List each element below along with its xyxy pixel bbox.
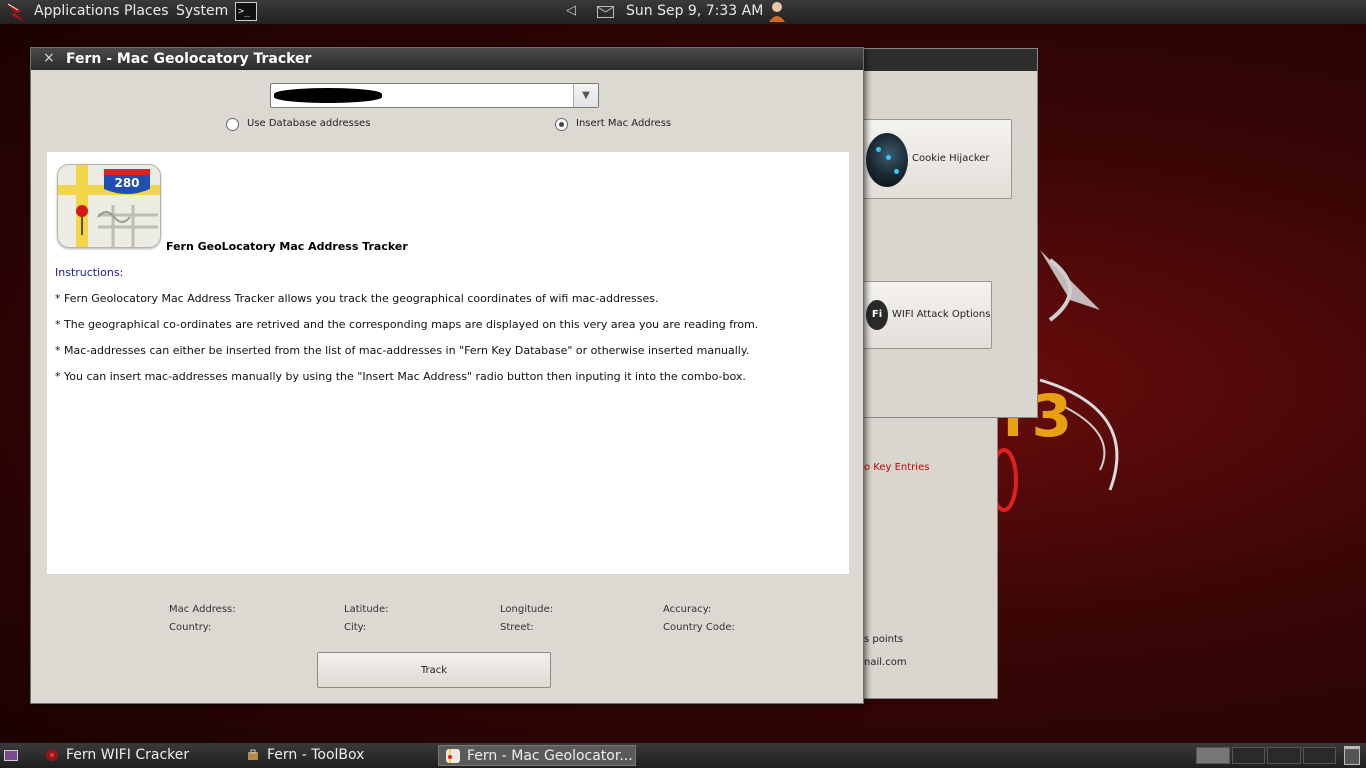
- mac-address-combobox[interactable]: ▼: [270, 83, 599, 108]
- trash-icon[interactable]: [1344, 746, 1360, 765]
- track-button[interactable]: Track: [317, 652, 551, 688]
- instruction-line: * Mac-addresses can either be inserted f…: [55, 344, 750, 357]
- toolbox-icon: [248, 749, 258, 760]
- wifi-attack-options-button[interactable]: Fi WIFI Attack Options: [859, 281, 992, 349]
- taskbar-item-label: Fern - ToolBox: [267, 747, 365, 763]
- menu-system[interactable]: System: [176, 3, 228, 19]
- highway-badge-text: 280: [114, 176, 139, 190]
- city-label: City:: [344, 622, 367, 633]
- toolbox-window: Cookie Hijacker Fi WIFI Attack Options: [858, 48, 1038, 418]
- chevron-down-icon[interactable]: ▼: [573, 84, 598, 107]
- backtrack-logo-icon[interactable]: [4, 1, 28, 23]
- close-icon[interactable]: ×: [43, 50, 55, 66]
- taskbar-item-fern-wifi-cracker[interactable]: Fern WIFI Cracker: [38, 745, 228, 766]
- map-display-area: 280 Fern GeoLocatory Mac Address Tracker…: [47, 152, 849, 574]
- country-code-label: Country Code:: [663, 622, 735, 633]
- street-label: Street:: [500, 622, 534, 633]
- clock[interactable]: Sun Sep 9, 7:33 AM: [626, 3, 763, 19]
- latitude-label: Latitude:: [344, 604, 389, 615]
- mail-icon[interactable]: [597, 6, 614, 18]
- cookie-hijacker-button[interactable]: Cookie Hijacker: [859, 119, 1012, 199]
- instructions-label: Instructions:: [55, 266, 124, 279]
- insert-mac-radio[interactable]: [555, 118, 568, 131]
- terminal-launcher-icon[interactable]: >_: [235, 2, 257, 21]
- taskbar-item-label: Fern - Mac Geolocator...: [467, 748, 633, 764]
- menu-applications[interactable]: Applications: [34, 3, 120, 19]
- top-panel: Applications Places System >_ ◁ Sun Sep …: [0, 0, 1366, 24]
- key-entries-status: o Key Entries: [864, 462, 930, 473]
- wifi-attack-options-label: WIFI Attack Options: [892, 309, 991, 320]
- mac-address-label: Mac Address:: [169, 604, 236, 615]
- workspace-switcher[interactable]: [1196, 747, 1336, 764]
- fern-wifi-cracker-window: o Key Entries s points nail.com: [858, 417, 998, 699]
- use-database-radio[interactable]: [226, 118, 239, 131]
- wifi-icon: Fi: [866, 300, 888, 330]
- contact-email-text: nail.com: [864, 657, 907, 668]
- instruction-line: * Fern Geolocatory Mac Address Tracker a…: [55, 292, 659, 305]
- taskbar-item-label: Fern WIFI Cracker: [66, 747, 190, 763]
- workspace-4[interactable]: [1302, 747, 1336, 764]
- taskbar-item-toolbox[interactable]: Fern - ToolBox: [239, 745, 429, 766]
- longitude-label: Longitude:: [500, 604, 554, 615]
- fern-icon: [46, 749, 58, 761]
- workspace-3[interactable]: [1267, 747, 1301, 764]
- toolbox-titlebar[interactable]: [859, 49, 1037, 71]
- instruction-line: * The geographical co-ordinates are retr…: [55, 318, 759, 331]
- use-database-radio-label[interactable]: Use Database addresses: [247, 118, 370, 129]
- geolocatory-window: × Fern - Mac Geolocatory Tracker ▼ Use D…: [30, 47, 864, 704]
- map-icon: 280: [58, 165, 160, 247]
- tracker-heading: Fern GeoLocatory Mac Address Tracker: [166, 240, 408, 253]
- show-desktop-icon[interactable]: [4, 750, 18, 761]
- menu-places[interactable]: Places: [124, 3, 169, 19]
- window-title: Fern - Mac Geolocatory Tracker: [66, 51, 312, 67]
- instruction-line: * You can insert mac-addresses manually …: [55, 370, 746, 383]
- cookie-hijacker-icon: [866, 133, 908, 187]
- maps-app-icon: 280: [57, 164, 161, 248]
- insert-mac-radio-label[interactable]: Insert Mac Address: [576, 118, 671, 129]
- taskbar-item-geolocatory[interactable]: Fern - Mac Geolocator...: [438, 745, 636, 766]
- volume-icon[interactable]: ◁: [566, 3, 576, 18]
- workspace-2[interactable]: [1231, 747, 1265, 764]
- geo-titlebar[interactable]: × Fern - Mac Geolocatory Tracker: [31, 48, 863, 70]
- access-points-text: s points: [864, 634, 904, 645]
- maps-icon: [446, 749, 460, 763]
- redacted-mac-value: [274, 88, 382, 103]
- bottom-taskbar: Fern WIFI Cracker Fern - ToolBox Fern - …: [0, 743, 1366, 768]
- country-label: Country:: [169, 622, 212, 633]
- cookie-hijacker-label: Cookie Hijacker: [912, 153, 990, 164]
- user-icon[interactable]: [766, 0, 788, 24]
- accuracy-label: Accuracy:: [663, 604, 712, 615]
- workspace-1[interactable]: [1196, 747, 1230, 764]
